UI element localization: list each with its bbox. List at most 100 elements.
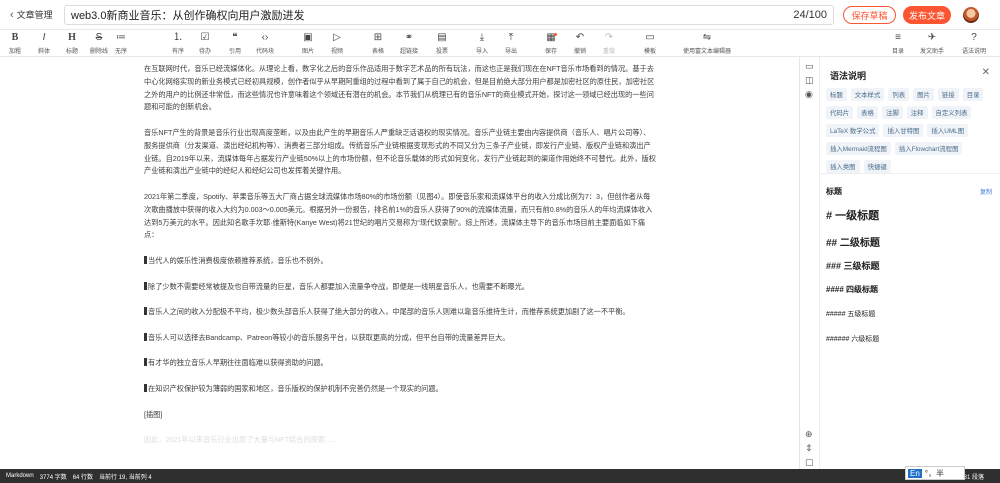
ordered-list-icon: ⒈ — [173, 32, 183, 43]
vote-icon: ▤ — [437, 32, 447, 43]
syntax-tag[interactable]: 列表 — [888, 88, 910, 101]
syntax-tag[interactable]: 表格 — [857, 106, 878, 119]
fullscreen-icon[interactable]: ▢ — [805, 457, 814, 468]
ime-lang: En — [908, 468, 922, 478]
preview-eye-icon[interactable]: ◉ — [805, 89, 813, 100]
table-icon: ⊞ — [373, 32, 383, 43]
heading-icon: H — [68, 32, 76, 43]
image-icon: ▣ — [303, 32, 313, 43]
syntax-tag[interactable]: LaTeX 数学公式 — [826, 124, 880, 137]
template-button[interactable]: ▭ 模板 — [637, 32, 663, 55]
target-icon[interactable]: ⊕ — [805, 429, 813, 440]
syntax-tag[interactable]: 快捷键 — [863, 160, 891, 173]
writing-assistant-button[interactable]: ✈ 发文助手 — [919, 32, 945, 55]
heading-example-5: ##### 五级标题 — [826, 311, 876, 318]
heading-example-4: #### 四级标题 — [826, 285, 879, 294]
italic-button[interactable]: I 斜体 — [31, 32, 57, 55]
heading-example-3: ### 三级标题 — [826, 261, 880, 271]
syntax-tag[interactable]: 自定义列表 — [931, 106, 972, 119]
article-title-text: web3.0新商业音乐：从创作确权向用户激励进发 — [71, 10, 305, 22]
switch-editor-icon: ⇋ — [702, 32, 712, 43]
close-icon[interactable]: ✕ — [982, 67, 990, 78]
link-icon: ⚭ — [404, 32, 414, 43]
copy-link[interactable]: 复制 — [980, 187, 992, 196]
save-draft-button[interactable]: 保存草稿 — [843, 6, 896, 24]
preview-icon-column: ▭ ◫ ◉ ⊕ ⇕ ▢ — [800, 57, 820, 469]
editor-content[interactable]: 在互联网时代，音乐已经流媒体化。从理论上看，数字化之后的音乐作品适用于数字艺术品… — [144, 63, 656, 460]
export-button[interactable]: ⤒ 导出 — [498, 32, 524, 55]
unsaved-dot — [554, 33, 557, 36]
code-icon: ‹› — [261, 32, 269, 43]
help-icon: ? — [971, 32, 977, 43]
syntax-tag[interactable]: 标题 — [826, 88, 847, 101]
status-bar: Markdown 3774 字数 64 行数 当前行 19, 当前列 4 文章已… — [0, 469, 1000, 483]
image-button[interactable]: ▣ 图片 — [295, 32, 321, 55]
paragraph: 音乐NFT产生的背景是音乐行业出现高度垄断，以及由此产生的早期音乐人严重缺乏话语… — [144, 127, 656, 176]
title-char-count: 24/100 — [793, 9, 827, 21]
checkbox-icon: ☑ — [200, 32, 210, 43]
unordered-list-icon: ≔ — [116, 32, 126, 43]
article-title-input[interactable]: web3.0新商业音乐：从创作确权向用户激励进发 24/100 — [64, 5, 834, 25]
top-header: ‹ 文章管理 web3.0新商业音乐：从创作确权向用户激励进发 24/100 保… — [0, 0, 1000, 30]
import-button[interactable]: ⤓ 导入 — [469, 32, 495, 55]
export-icon: ⤒ — [508, 32, 514, 43]
syntax-help-panel: 语法说明 ✕ 标题 文本样式 列表 图片 链接 目录 代码片 表格 注脚 注释 … — [820, 57, 1000, 469]
quote-button[interactable]: ❝ 引用 — [222, 32, 248, 55]
syntax-help-button[interactable]: ? 语法说明 — [961, 32, 987, 55]
syntax-tag[interactable]: 文本样式 — [850, 88, 885, 101]
bold-button[interactable]: B 加粗 — [2, 32, 28, 55]
avatar[interactable] — [963, 7, 979, 23]
toc-button[interactable]: ≡ 目录 — [885, 32, 911, 55]
pain-point-item: 除了少数不需要经常被提及也自带流量的巨星，音乐人都要加入流量争夺战，即便是一线明… — [144, 281, 656, 294]
syntax-tag[interactable]: 链接 — [937, 88, 959, 101]
pain-point-item: 音乐人之间的收入分配极不平均，极少数头部音乐人获得了绝大部分的收入，中尾部的音乐… — [144, 306, 656, 319]
publish-button[interactable]: 发布文章 — [903, 6, 951, 24]
code-block-button[interactable]: ‹› 代码块 — [252, 32, 278, 55]
pain-point-item: 音乐人可以选择去Bandcamp、Patreon等较小的音乐服务平台，以获取更高… — [144, 332, 656, 345]
back-label: 文章管理 — [16, 10, 53, 20]
bold-icon: B — [11, 32, 19, 43]
redo-button[interactable]: ↷ 重做 — [596, 32, 622, 55]
syntax-tag[interactable]: 注脚 — [881, 106, 903, 119]
markdown-editor[interactable]: 在互联网时代，音乐已经流媒体化。从理论上看，数字化之后的音乐作品适用于数字艺术品… — [0, 57, 800, 469]
video-button[interactable]: ▷ 视频 — [324, 32, 350, 55]
quote-icon: ❝ — [232, 32, 238, 43]
pain-point-item: 当代人的娱乐性消费极度依赖推荐系统，音乐也不例外。 — [144, 255, 656, 268]
pain-point-item: 有才华的独立音乐人早期往往面临难以获得资助的问题。 — [144, 357, 656, 370]
undo-button[interactable]: ↶ 撤销 — [567, 32, 593, 55]
syntax-tag[interactable]: 代码片 — [826, 106, 854, 119]
table-button[interactable]: ⊞ 表格 — [365, 32, 391, 55]
paper-plane-icon: ✈ — [927, 32, 937, 43]
unordered-list-button[interactable]: ≔ 无序 — [108, 32, 134, 55]
split-view-icon[interactable]: ◫ — [805, 75, 814, 86]
vote-button[interactable]: ▤ 投票 — [429, 32, 455, 55]
syntax-tag[interactable]: 插入Mermaid流程图 — [826, 142, 891, 155]
syntax-tag[interactable]: 注释 — [906, 106, 928, 119]
syntax-tag[interactable]: 插入UML图 — [927, 124, 969, 137]
rich-text-editor-button[interactable]: ⇋ 使用富文本编辑器 — [682, 32, 732, 55]
pain-point-item: 在知识产权保护较为薄弱的国家和地区，音乐版权的保护机制不完善仍然是一个现实的问题… — [144, 383, 656, 396]
todo-button[interactable]: ☑ 待办 — [192, 32, 218, 55]
faint-paragraph: 因此，2021年以来音乐行业出现了大量与NFT结合的探索…… — [144, 435, 340, 445]
save-button[interactable]: ▦ 保存 — [538, 32, 564, 55]
syntax-tag[interactable]: 插入Flowchart流程图 — [894, 142, 963, 155]
editor-mode: Markdown — [6, 473, 34, 479]
hyperlink-button[interactable]: ⚭ 超链接 — [396, 32, 422, 55]
sync-scroll-icon[interactable]: ⇕ — [805, 443, 813, 454]
heading-button[interactable]: H 标题 — [59, 32, 85, 55]
ime-indicator[interactable]: En °，半 — [905, 466, 965, 480]
back-to-article-management[interactable]: ‹ 文章管理 — [10, 8, 53, 21]
panel-title: 语法说明 — [830, 71, 867, 81]
syntax-tag[interactable]: 图片 — [913, 88, 934, 101]
video-icon: ▷ — [333, 32, 341, 43]
image-placeholder: [插图] — [144, 409, 163, 419]
syntax-tag[interactable]: 目录 — [962, 88, 984, 101]
paragraph: 在互联网时代，音乐已经流媒体化。从理论上看，数字化之后的音乐作品适用于数字艺术品… — [144, 64, 655, 112]
panel-divider — [820, 173, 1000, 174]
document-icon[interactable]: ▭ — [805, 61, 814, 72]
syntax-tag[interactable]: 插入甘特图 — [883, 124, 924, 137]
ordered-list-button[interactable]: ⒈ 有序 — [165, 32, 191, 55]
template-icon: ▭ — [645, 32, 655, 43]
editor-toolbar: B 加粗 I 斜体 H 标题 S 删除线 ≔ 无序 ⒈ 有序 ☑ 待办 ❝ 引用 ‹› 代码块 ▣… — [0, 30, 1000, 57]
syntax-tag[interactable]: 插入类图 — [826, 160, 860, 173]
